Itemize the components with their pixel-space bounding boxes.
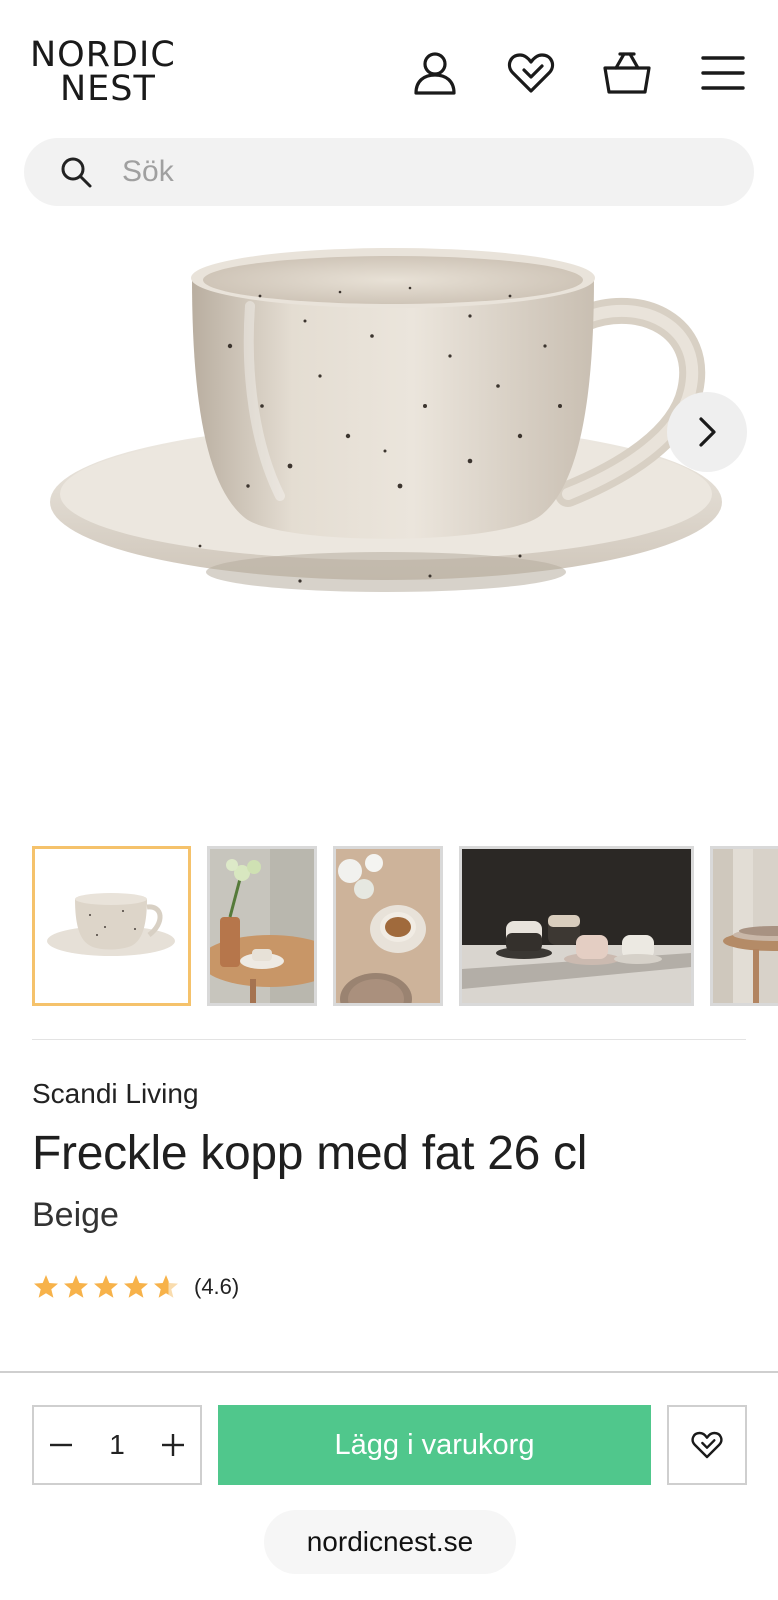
thumbnail-cup-top-view[interactable] bbox=[333, 846, 443, 1006]
thumbnail-cup-table-flowers[interactable] bbox=[207, 846, 317, 1006]
browser-domain-label: nordicnest.se bbox=[264, 1510, 516, 1574]
site-header: NORDIC NEST bbox=[0, 0, 778, 130]
logo-line-2: NEST bbox=[60, 69, 156, 109]
logo-line-1: NORDIC bbox=[30, 35, 176, 75]
star-icon bbox=[124, 1275, 148, 1298]
purchase-bar-divider bbox=[0, 1371, 778, 1373]
star-icon bbox=[34, 1275, 58, 1298]
thumbnail-strip bbox=[0, 846, 778, 1008]
product-main-image[interactable] bbox=[0, 226, 778, 816]
star-icon bbox=[94, 1275, 118, 1298]
search-bar[interactable] bbox=[24, 138, 754, 206]
decrease-quantity-button[interactable] bbox=[34, 1407, 88, 1483]
plus-icon bbox=[161, 1434, 184, 1456]
thumbnail-cups-group[interactable] bbox=[459, 846, 694, 1006]
next-image-button[interactable] bbox=[667, 392, 747, 472]
increase-quantity-button[interactable] bbox=[146, 1407, 200, 1483]
product-color: Beige bbox=[32, 1196, 119, 1234]
add-to-wishlist-button[interactable] bbox=[667, 1405, 747, 1485]
product-rating[interactable]: (4.6) bbox=[32, 1272, 239, 1302]
cart-icon[interactable] bbox=[602, 48, 652, 98]
star-icon bbox=[64, 1275, 88, 1298]
wishlist-icon[interactable] bbox=[506, 48, 556, 98]
thumbnail-plates[interactable] bbox=[710, 846, 778, 1006]
quantity-value[interactable]: 1 bbox=[109, 1429, 125, 1461]
nordic-nest-logo[interactable]: NORDIC NEST bbox=[30, 38, 190, 110]
divider bbox=[32, 1039, 746, 1040]
search-input[interactable] bbox=[122, 155, 682, 189]
cup-and-saucer-image bbox=[50, 248, 722, 592]
rating-stars bbox=[32, 1273, 182, 1301]
product-title: Freckle kopp med fat 26 cl bbox=[32, 1127, 588, 1180]
search-icon bbox=[56, 152, 96, 192]
quantity-stepper: 1 bbox=[32, 1405, 202, 1485]
star-icon bbox=[154, 1275, 178, 1298]
chevron-right-icon bbox=[699, 417, 716, 447]
minus-icon bbox=[50, 1443, 72, 1447]
wishlist-heart-icon bbox=[691, 1431, 723, 1459]
product-brand[interactable]: Scandi Living bbox=[32, 1078, 199, 1110]
thumbnail-cup-saucer[interactable] bbox=[32, 846, 191, 1006]
menu-icon[interactable] bbox=[698, 48, 748, 98]
rating-value: (4.6) bbox=[194, 1274, 240, 1299]
add-to-cart-button[interactable]: Lägg i varukorg bbox=[218, 1405, 651, 1485]
account-icon[interactable] bbox=[410, 48, 460, 98]
